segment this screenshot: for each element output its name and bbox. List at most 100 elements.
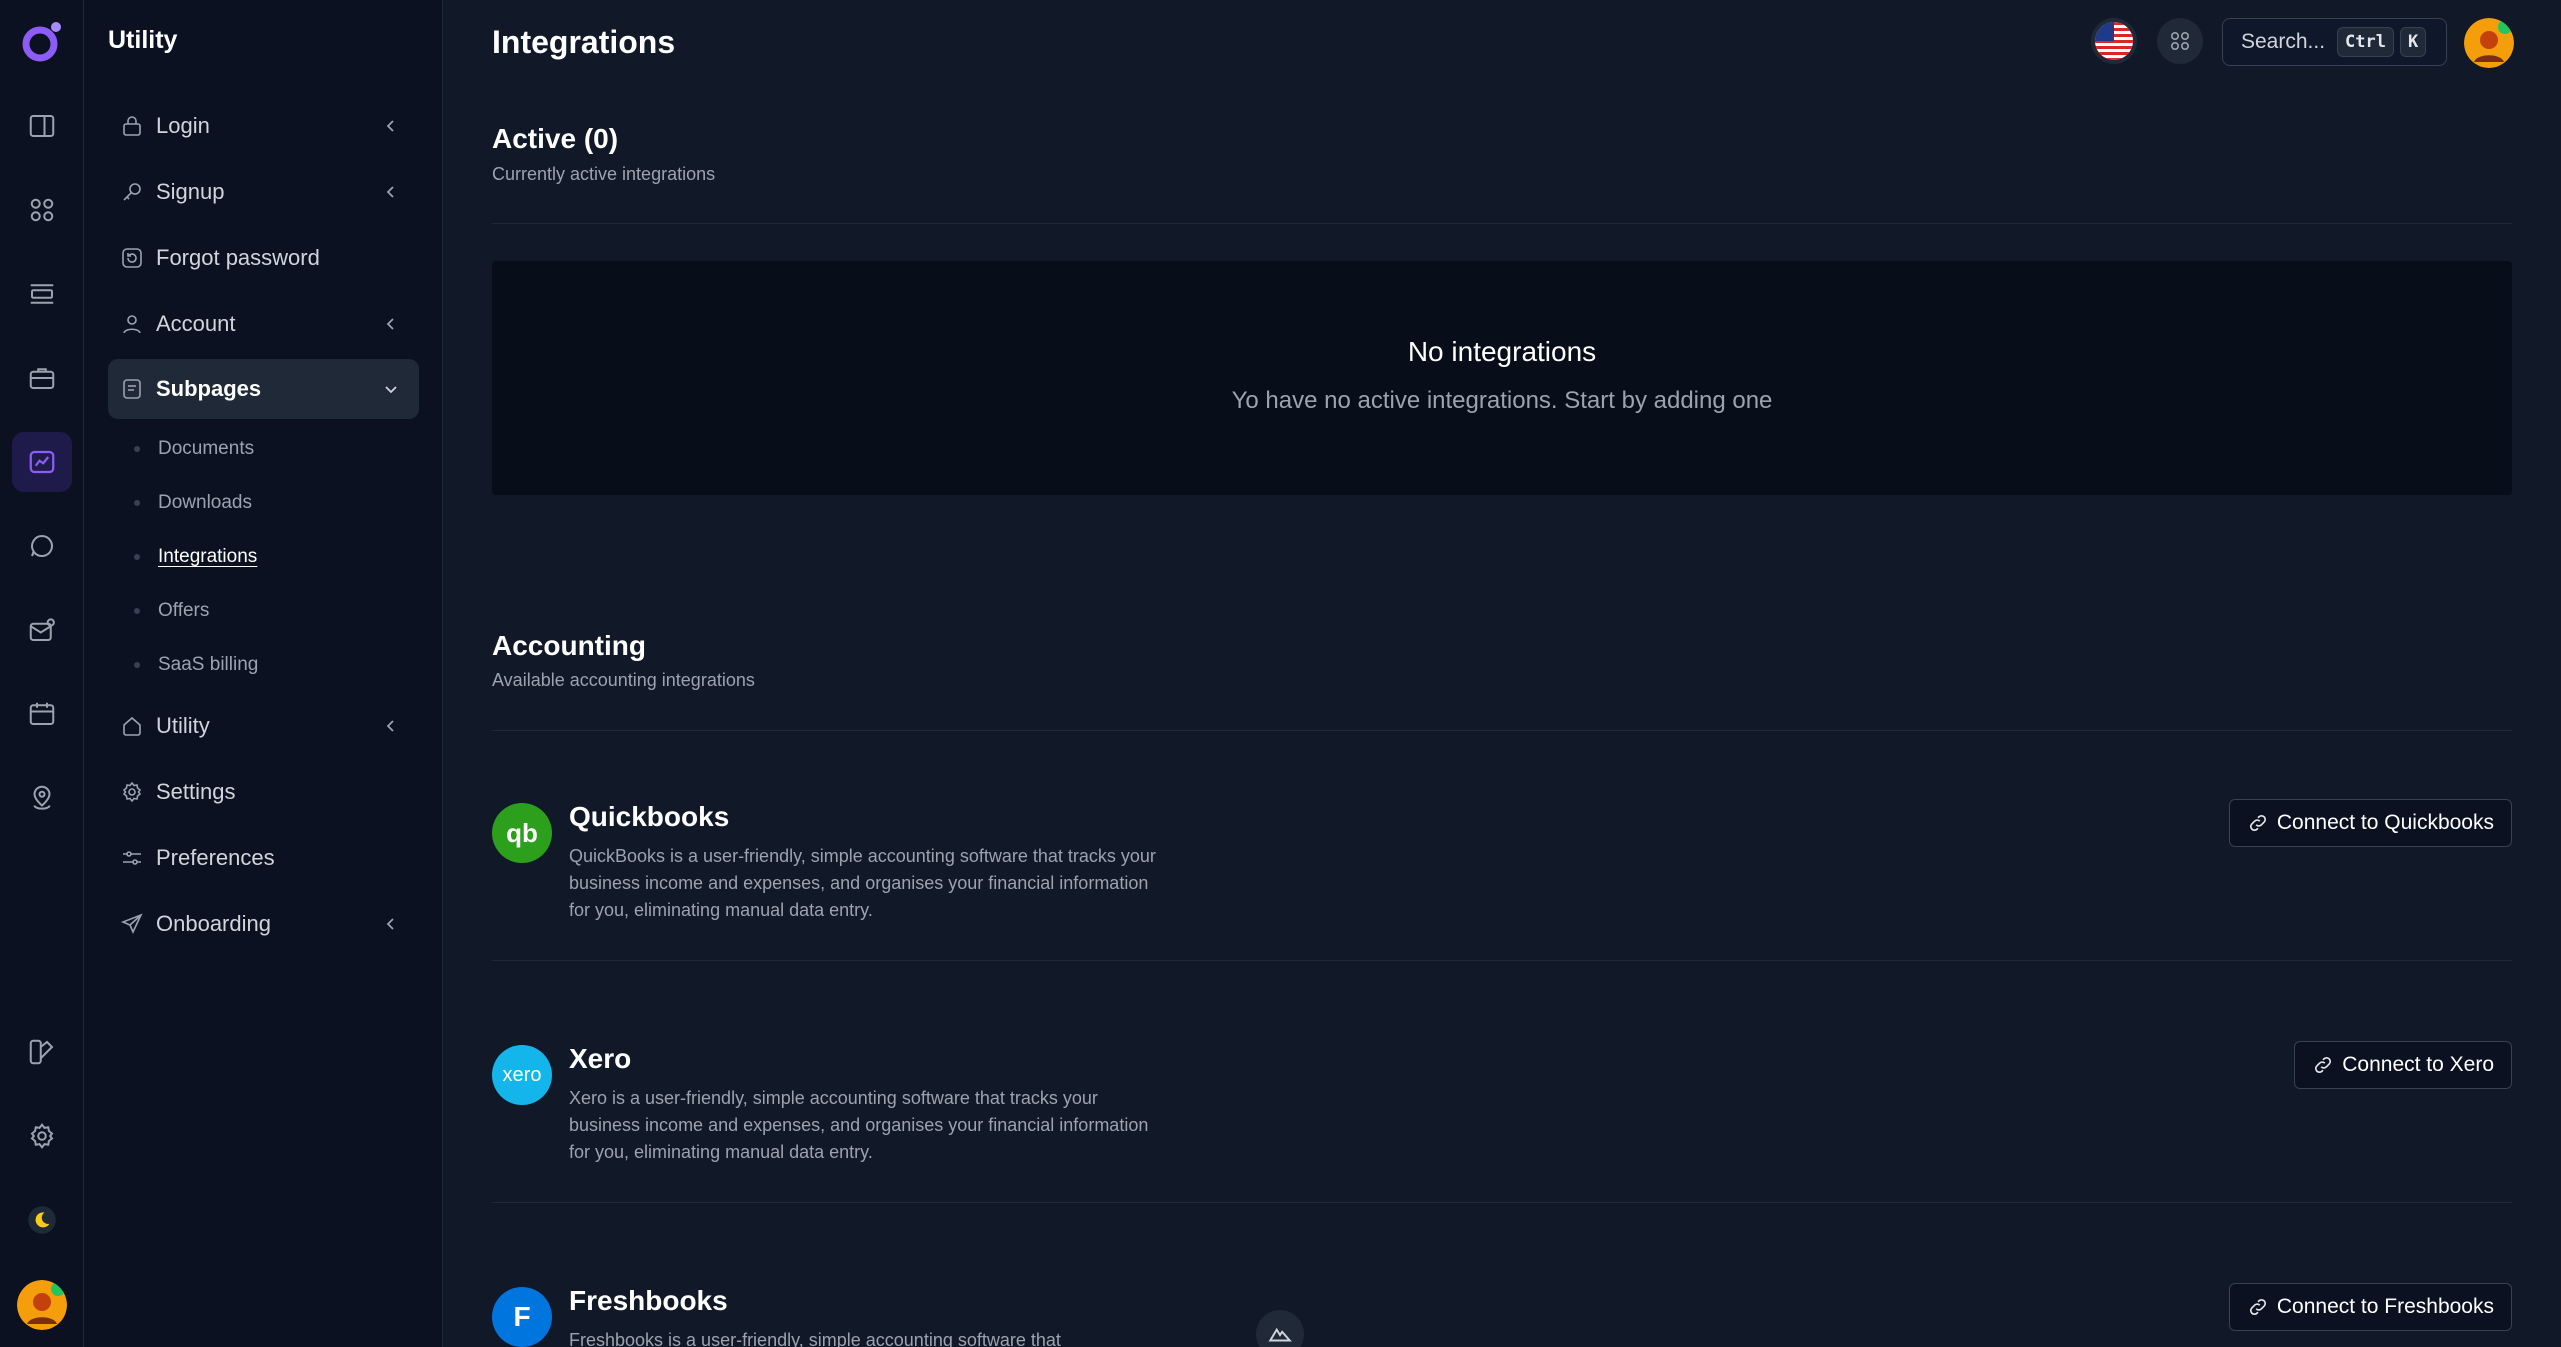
subpage-label: Downloads [158, 492, 252, 513]
subpage-label: SaaS billing [158, 654, 259, 675]
button-label: Connect to Xero [2342, 1053, 2494, 1076]
avatar[interactable] [17, 1280, 67, 1330]
subpage-item-offers[interactable]: Offers [134, 596, 209, 626]
search-placeholder: Search... [2241, 30, 2326, 53]
chevron-left-icon [386, 186, 394, 198]
calendar-icon[interactable] [12, 684, 72, 744]
user-avatar[interactable] [2464, 18, 2514, 68]
sliders-icon [120, 846, 144, 870]
divider [492, 223, 2512, 224]
brush-icon[interactable] [12, 1022, 72, 1082]
button-label: Connect to Quickbooks [2276, 811, 2494, 834]
kbd-k: K [2400, 27, 2427, 57]
sidebar-item-account[interactable]: Account [108, 294, 419, 354]
quickbooks-logo-icon: qb [492, 803, 552, 863]
link-icon [2315, 1056, 2332, 1074]
accounting-section-subtitle: Available accounting integrations [492, 670, 755, 690]
icon-rail [0, 0, 84, 1347]
sidebar-item-utility[interactable]: Utility [108, 696, 419, 756]
sidebar-item-label: Utility [156, 713, 210, 738]
chat-icon[interactable] [12, 516, 72, 576]
mountain-icon [1268, 1327, 1292, 1342]
sidebar-item-preferences[interactable]: Preferences [108, 828, 419, 888]
chart-icon[interactable] [12, 432, 72, 492]
integration-name: Xero [569, 1043, 632, 1074]
gear-icon [120, 780, 144, 804]
logo-text: qb [506, 817, 538, 848]
page-icon [120, 377, 144, 401]
integration-description: Xero is a user-friendly, simple accounti… [569, 1088, 1149, 1162]
sidebar-item-subpages[interactable]: Subpages [108, 359, 419, 419]
us-flag-icon [2095, 22, 2133, 60]
connect-xero-button[interactable]: Connect to Xero [2294, 1041, 2512, 1089]
sidebar: Utility Login Signup Forgot password Acc… [84, 0, 443, 1347]
mail-icon[interactable] [12, 600, 72, 660]
subpage-item-downloads[interactable]: Downloads [134, 488, 252, 518]
bullet [134, 662, 140, 668]
kbd-ctrl: Ctrl [2337, 27, 2394, 57]
apps-icon [2170, 31, 2190, 51]
integration-name: Quickbooks [569, 801, 730, 832]
list-icon[interactable] [12, 264, 72, 324]
sidebar-item-label: Settings [156, 779, 236, 804]
sidebar-item-signup[interactable]: Signup [108, 162, 419, 222]
subpage-item-documents[interactable]: Documents [134, 434, 254, 464]
chevron-down-icon [385, 386, 397, 394]
apps-icon[interactable] [12, 180, 72, 240]
empty-state-title: No integrations [1407, 336, 1597, 367]
sidebar-title: Utility [108, 26, 178, 54]
subpage-label: Documents [158, 438, 255, 459]
empty-state-text: Yo have no active integrations. Start by… [1231, 387, 1773, 414]
sidebar-item-login[interactable]: Login [108, 96, 419, 156]
sidebar-item-label: Account [156, 311, 236, 336]
sidebar-item-label: Signup [156, 179, 225, 204]
subpage-item-integrations[interactable]: Integrations [134, 542, 257, 572]
chevron-left-icon [386, 720, 394, 732]
app-logo[interactable] [18, 18, 66, 66]
sidebar-item-onboarding[interactable]: Onboarding [108, 894, 419, 954]
integration-name: Freshbooks [569, 1285, 728, 1316]
sidebar-item-label: Subpages [156, 376, 262, 401]
link-icon [2249, 814, 2266, 832]
page-title: Integrations [492, 24, 676, 60]
map-pin-icon[interactable] [12, 768, 72, 828]
divider [492, 1202, 2512, 1203]
logo-text: F [513, 1301, 531, 1332]
briefcase-icon[interactable] [12, 348, 72, 408]
bullet [134, 500, 140, 506]
bullet [134, 554, 140, 560]
divider [492, 730, 2512, 731]
sidebar-item-settings[interactable]: Settings [108, 762, 419, 822]
lock-icon [120, 114, 144, 138]
logo-text: xero [502, 1063, 542, 1086]
connect-quickbooks-button[interactable]: Connect to Quickbooks [2228, 799, 2512, 847]
layout-icon[interactable] [12, 96, 72, 156]
sidebar-item-label: Login [156, 113, 210, 138]
freshbooks-logo-icon: F [492, 1287, 552, 1347]
accounting-section-title: Accounting [492, 630, 646, 661]
button-label: Connect to Freshbooks [2276, 1295, 2494, 1318]
chevron-left-icon [386, 918, 394, 930]
language-button[interactable] [2091, 18, 2137, 64]
search-input[interactable]: Search... Ctrl K [2222, 18, 2447, 66]
sidebar-item-label: Preferences [156, 845, 275, 870]
home-icon [120, 714, 144, 738]
sidebar-item-forgot-password[interactable]: Forgot password [108, 228, 419, 288]
sidebar-item-label: Onboarding [156, 911, 271, 936]
subpage-label: Offers [158, 600, 210, 621]
reset-icon [120, 246, 144, 270]
apps-button[interactable] [2157, 18, 2203, 64]
main-content: Integrations Search... Ctrl K Active (0)… [443, 0, 2561, 1347]
subpage-item-saas-billing[interactable]: SaaS billing [134, 650, 258, 680]
bullet [134, 446, 140, 452]
chevron-left-icon [386, 120, 394, 132]
bullet [134, 608, 140, 614]
gear-icon[interactable] [12, 1106, 72, 1166]
subpage-label: Integrations [158, 546, 258, 567]
connect-freshbooks-button[interactable]: Connect to Freshbooks [2228, 1283, 2512, 1331]
divider [492, 960, 2512, 961]
chevron-left-icon [386, 318, 394, 330]
moon-icon[interactable] [12, 1190, 72, 1250]
integration-description: QuickBooks is a user-friendly, simple ac… [569, 846, 1156, 920]
xero-logo-icon: xero [492, 1045, 552, 1105]
